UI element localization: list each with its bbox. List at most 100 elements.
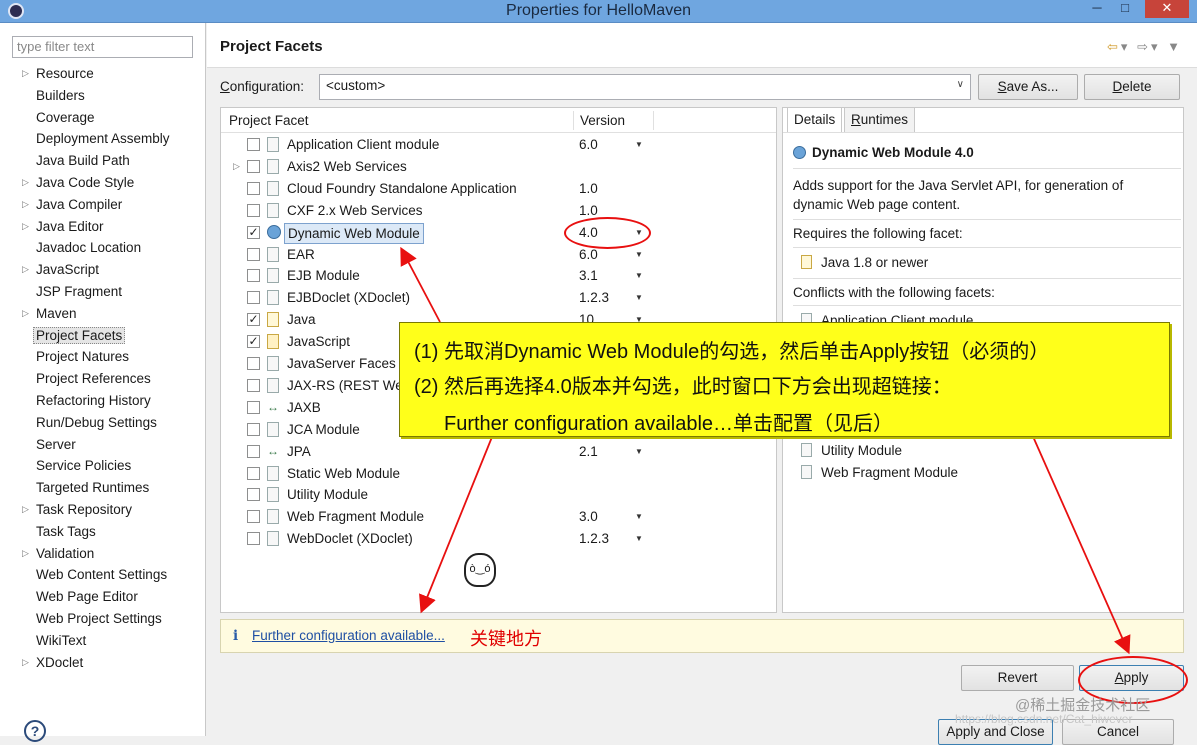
save-as-button[interactable]: Save As... [978, 74, 1078, 100]
facet-checkbox[interactable] [247, 203, 260, 217]
further-configuration-link[interactable]: Further configuration available... [252, 628, 445, 643]
facet-checkbox[interactable] [247, 444, 260, 458]
version-dropdown-icon[interactable]: ▼ [635, 265, 643, 287]
facet-checkbox[interactable] [247, 159, 260, 173]
configuration-select[interactable]: <custom> ∨ [319, 74, 971, 100]
sidebar-item-web-content-settings[interactable]: Web Content Settings [0, 564, 206, 586]
close-button[interactable]: ✕ [1145, 0, 1189, 18]
facet-row[interactable]: ↔ JPA 2.1 ▼ [221, 441, 776, 463]
facet-row[interactable]: ▷ Axis2 Web Services [221, 156, 776, 178]
forward-arrow-icon[interactable]: ⇨ [1137, 39, 1151, 54]
expand-arrow-icon[interactable]: ▷ [22, 172, 29, 194]
maximize-button[interactable]: □ [1112, 0, 1138, 18]
sidebar-item-resource[interactable]: ▷ Resource [0, 63, 206, 85]
facet-checkbox[interactable] [247, 510, 260, 524]
minimize-button[interactable]: ─ [1084, 0, 1110, 18]
expand-arrow-icon[interactable]: ▷ [22, 194, 29, 216]
facet-version[interactable]: 3.1 [579, 265, 598, 287]
sidebar-item-task-tags[interactable]: Task Tags [0, 521, 206, 543]
sidebar-item-task-repository[interactable]: ▷ Task Repository [0, 499, 206, 521]
expand-arrow-icon[interactable]: ▷ [22, 303, 29, 325]
facet-row[interactable]: EJB Module 3.1 ▼ [221, 265, 776, 287]
view-menu-icon[interactable]: ▼ [1167, 39, 1183, 54]
sidebar-item-xdoclet[interactable]: ▷ XDoclet [0, 652, 206, 674]
facet-checkbox[interactable] [247, 466, 260, 480]
facet-row[interactable]: Utility Module [221, 484, 776, 506]
version-dropdown-icon[interactable]: ▼ [635, 287, 643, 309]
forward-dropdown-icon[interactable]: ▾ [1151, 39, 1161, 54]
sidebar-item-web-project-settings[interactable]: Web Project Settings [0, 608, 206, 630]
version-dropdown-icon[interactable]: ▼ [635, 134, 643, 156]
sidebar-item-project-natures[interactable]: Project Natures [0, 346, 206, 368]
facet-checkbox[interactable] [247, 247, 260, 261]
facet-row[interactable]: Static Web Module [221, 463, 776, 485]
facet-checkbox[interactable] [247, 488, 260, 502]
sidebar-item-wikitext[interactable]: WikiText [0, 630, 206, 652]
facet-version[interactable]: 2.1 [579, 441, 598, 463]
sidebar-item-java-code-style[interactable]: ▷ Java Code Style [0, 172, 206, 194]
expand-arrow-icon[interactable]: ▷ [22, 499, 29, 521]
facet-checkbox[interactable]: ✓ [247, 335, 260, 349]
sidebar-item-javascript[interactable]: ▷ JavaScript [0, 259, 206, 281]
sidebar-item-web-page-editor[interactable]: Web Page Editor [0, 586, 206, 608]
facet-version[interactable]: 1.2.3 [579, 287, 609, 309]
expand-arrow-icon[interactable]: ▷ [22, 216, 29, 238]
facet-checkbox[interactable] [247, 378, 260, 392]
facet-checkbox[interactable] [247, 357, 260, 370]
expand-arrow-icon[interactable]: ▷ [22, 63, 29, 85]
facet-checkbox[interactable] [247, 138, 260, 151]
column-header-version[interactable]: Version [580, 113, 625, 128]
facet-row[interactable]: EAR 6.0 ▼ [221, 244, 776, 266]
tab-details[interactable]: Details [787, 107, 843, 133]
facet-checkbox[interactable] [247, 269, 260, 283]
facet-version[interactable]: 6.0 [579, 134, 598, 156]
facet-row[interactable]: WebDoclet (XDoclet) 1.2.3 ▼ [221, 528, 776, 550]
sidebar-item-targeted-runtimes[interactable]: Targeted Runtimes [0, 477, 206, 499]
sidebar-item-refactoring-history[interactable]: Refactoring History [0, 390, 206, 412]
facet-checkbox[interactable]: ✓ [247, 225, 260, 239]
sidebar-item-javadoc-location[interactable]: Javadoc Location [0, 237, 206, 259]
sidebar-item-deployment-assembly[interactable]: Deployment Assembly [0, 128, 206, 150]
facet-row[interactable]: ✓ Dynamic Web Module 4.0 ▼ [221, 222, 776, 244]
delete-button[interactable]: Delete [1084, 74, 1180, 100]
facet-row[interactable]: CXF 2.x Web Services 1.0 [221, 200, 776, 222]
revert-button[interactable]: Revert [961, 665, 1074, 691]
column-header-facet[interactable]: Project Facet [229, 113, 309, 128]
facet-row[interactable]: Application Client module 6.0 ▼ [221, 134, 776, 156]
expand-arrow-icon[interactable]: ▷ [22, 543, 29, 565]
facet-row[interactable]: Cloud Foundry Standalone Application 1.0 [221, 178, 776, 200]
sidebar-item-run-debug-settings[interactable]: Run/Debug Settings [0, 412, 206, 434]
back-arrow-icon[interactable]: ⇦ [1107, 39, 1121, 54]
facet-checkbox[interactable] [247, 400, 260, 414]
facet-checkbox[interactable] [247, 532, 260, 546]
help-icon[interactable]: ? [24, 720, 46, 742]
sidebar-item-java-compiler[interactable]: ▷ Java Compiler [0, 194, 206, 216]
facet-version[interactable]: 1.2.3 [579, 528, 609, 550]
sidebar-item-builders[interactable]: Builders [0, 85, 206, 107]
tab-runtimes[interactable]: Runtimes [844, 107, 916, 133]
facet-row[interactable]: Web Fragment Module 3.0 ▼ [221, 506, 776, 528]
sidebar-item-jsp-fragment[interactable]: JSP Fragment [0, 281, 206, 303]
facet-checkbox[interactable] [247, 422, 260, 436]
expand-arrow-icon[interactable]: ▷ [22, 259, 29, 281]
expand-arrow-icon[interactable]: ▷ [233, 156, 240, 178]
facet-checkbox[interactable]: ✓ [247, 313, 260, 327]
version-dropdown-icon[interactable]: ▼ [635, 244, 643, 266]
version-dropdown-icon[interactable]: ▼ [635, 441, 643, 463]
facet-row[interactable]: EJBDoclet (XDoclet) 1.2.3 ▼ [221, 287, 776, 309]
expand-arrow-icon[interactable]: ▷ [22, 652, 29, 674]
filter-input[interactable]: type filter text [12, 36, 193, 58]
sidebar-item-server[interactable]: Server [0, 434, 206, 456]
facet-checkbox[interactable] [247, 181, 260, 195]
sidebar-item-maven[interactable]: ▷ Maven [0, 303, 206, 325]
version-dropdown-icon[interactable]: ▼ [635, 506, 643, 528]
back-dropdown-icon[interactable]: ▾ [1121, 39, 1131, 54]
sidebar-item-project-facets[interactable]: Project Facets [0, 325, 206, 347]
sidebar-item-validation[interactable]: ▷ Validation [0, 543, 206, 565]
sidebar-item-service-policies[interactable]: Service Policies [0, 455, 206, 477]
sidebar-item-coverage[interactable]: Coverage [0, 107, 206, 129]
sidebar-item-java-editor[interactable]: ▷ Java Editor [0, 216, 206, 238]
sidebar-item-java-build-path[interactable]: Java Build Path [0, 150, 206, 172]
version-dropdown-icon[interactable]: ▼ [635, 528, 643, 550]
facet-version[interactable]: 3.0 [579, 506, 598, 528]
